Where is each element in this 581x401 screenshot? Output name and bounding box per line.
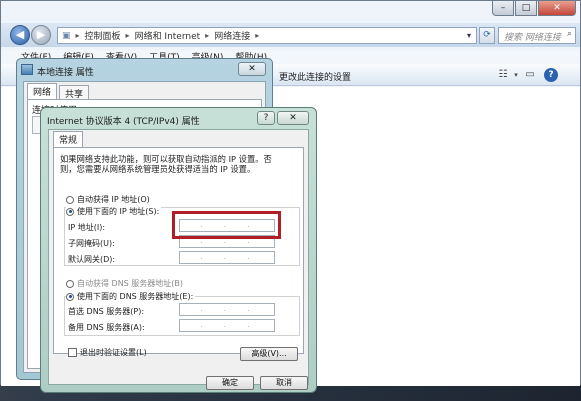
dns-auto-label: 自动获得 DNS 服务器地址(B) [77,279,184,288]
search-input[interactable]: 搜索 网络连接 ⌕ [498,27,576,44]
change-settings-button[interactable]: 更改此连接的设置 [279,70,351,83]
help-icon[interactable]: ? [544,68,558,82]
search-placeholder: 搜索 网络连接 [504,33,561,43]
radio-icon [66,292,74,301]
back-button[interactable]: ◀ [10,25,30,45]
gateway-label: 默认网关(D): [68,255,116,264]
dns-manual-label: 使用下面的 DNS 服务器地址(E): [77,292,194,301]
close-button[interactable]: ✕ [538,1,576,16]
close-button[interactable]: ✕ [238,62,266,76]
chevron-right-icon: ▸ [205,31,210,40]
radio-icon [66,195,74,204]
navigation-bar: ◀ ▶ ▣ ▸ 控制面板 ▸ 网络和 Internet ▸ 网络连接 ▸ ▾ ⟳… [1,23,580,47]
chevron-down-icon[interactable]: ▾ [509,68,523,82]
breadcrumb-item[interactable]: 控制面板 [85,29,121,42]
dns-manual-option[interactable]: 使用下面的 DNS 服务器地址(E): [66,291,196,302]
network-icon [21,64,33,75]
chevron-down-icon[interactable]: ▾ [462,31,476,40]
tab-network[interactable]: 网络 [27,83,58,99]
address-bar[interactable]: ▣ ▸ 控制面板 ▸ 网络和 Internet ▸ 网络连接 ▸ ▾ [57,27,477,44]
preferred-dns-input[interactable]: ... [179,303,275,316]
forward-button[interactable]: ▶ [31,25,51,45]
radio-icon [66,207,74,216]
alternate-dns-input[interactable]: ... [179,319,275,332]
window-caption-buttons: – □ ✕ [492,1,576,16]
ip-auto-label: 自动获得 IP 地址(O) [77,195,150,204]
ip-manual-option[interactable]: 使用下面的 IP 地址(S): [66,206,162,217]
preview-pane-icon[interactable]: ▭ [523,68,537,82]
ok-button[interactable]: 确定 [206,376,254,390]
refresh-button[interactable]: ⟳ [479,27,495,44]
chevron-right-icon: ▸ [255,31,260,40]
radio-icon [66,279,74,288]
dialog-title: Internet 协议版本 4 (TCP/IPv4) 属性 [47,117,200,127]
validate-label: 退出时验证设置(L) [80,348,147,357]
ip-auto-option[interactable]: 自动获得 IP 地址(O) [66,194,150,205]
chevron-right-icon: ▸ [75,31,80,40]
folder-icon: ▣ [62,30,71,41]
dns-auto-option[interactable]: 自动获得 DNS 服务器地址(B) [66,278,183,289]
maximize-button[interactable]: □ [515,1,537,16]
preferred-dns-label: 首选 DNS 服务器(P): [68,307,145,316]
alternate-dns-label: 备用 DNS 服务器(A): [68,323,145,332]
checkbox-icon [68,348,77,357]
tab-sharing[interactable]: 共享 [59,85,90,100]
highlight-box [172,211,281,239]
view-options-icon[interactable]: ☷ [496,68,510,82]
help-button[interactable]: ? [257,111,275,125]
close-button[interactable]: ✕ [277,111,309,125]
chevron-right-icon: ▸ [125,31,130,40]
validate-on-exit-checkbox[interactable]: 退出时验证设置(L) [68,347,147,358]
dialog-title: 本地连接 属性 [37,68,94,78]
cancel-button[interactable]: 取消 [260,376,308,390]
breadcrumb-item[interactable]: 网络连接 [214,29,250,42]
gateway-input[interactable]: ... [179,251,275,264]
ip-address-label: IP 地址(I): [68,223,106,232]
search-icon: ⌕ [566,29,572,39]
description-text: 如果网络支持此功能，则可以获取自动指派的 IP 设置。否则，您需要从网络系统管理… [60,154,272,174]
minimize-button[interactable]: – [492,1,514,16]
breadcrumb-item[interactable]: 网络和 Internet [135,29,201,42]
subnet-mask-label: 子网掩码(U): [68,239,115,248]
ip-manual-label: 使用下面的 IP 地址(S): [77,207,160,216]
advanced-button[interactable]: 高级(V)... [240,347,298,361]
tab-general[interactable]: 常规 [53,131,84,147]
